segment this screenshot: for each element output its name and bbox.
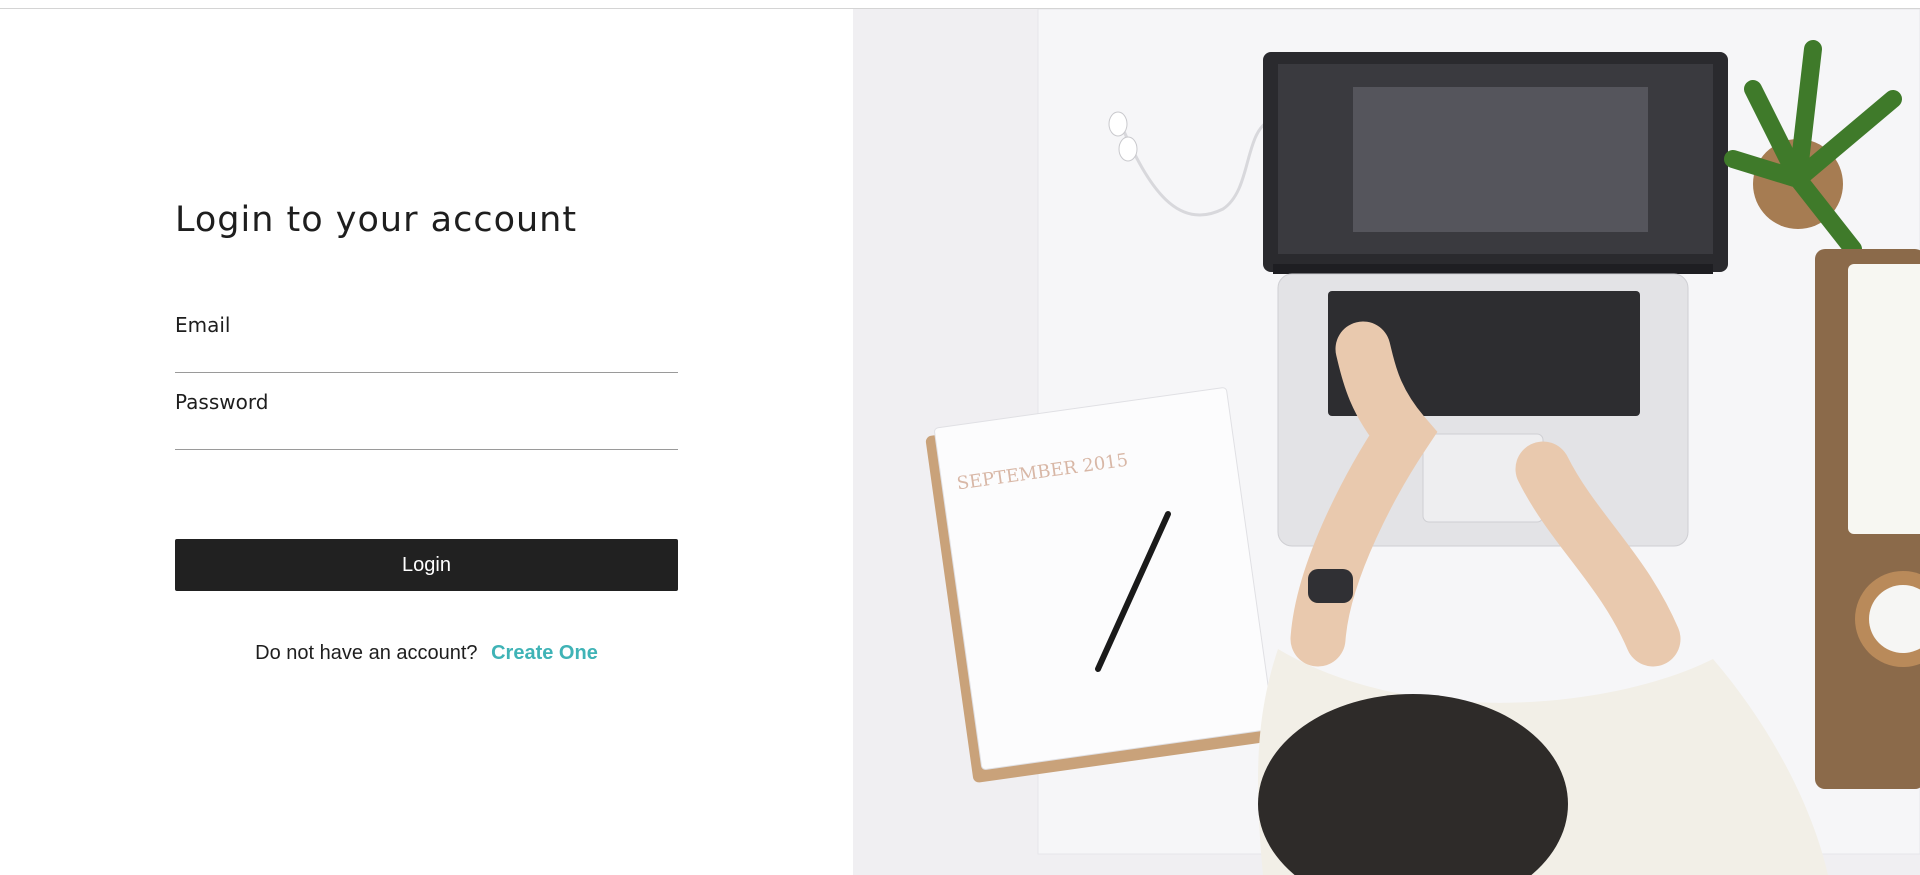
hero-image: SEPTEMBER 2015: [853, 9, 1920, 875]
calendar-notebook: SEPTEMBER 2015: [925, 387, 1276, 783]
email-label: Email: [175, 313, 231, 337]
password-label: Password: [175, 390, 269, 414]
login-button[interactable]: Login: [175, 539, 678, 591]
create-account-link[interactable]: Create One: [491, 642, 598, 664]
laptop-icon: [1263, 52, 1728, 547]
signup-prompt: Do not have an account?: [255, 642, 478, 664]
book: [1848, 264, 1920, 534]
watch-icon: [1308, 569, 1353, 603]
page-title: Login to your account: [175, 200, 578, 240]
password-input[interactable]: [175, 421, 678, 450]
browser-top-border: [0, 0, 1920, 9]
workspace-illustration: SEPTEMBER 2015: [853, 9, 1920, 875]
email-input[interactable]: [175, 344, 678, 373]
signup-row: Do not have an account? Create One: [175, 642, 678, 665]
